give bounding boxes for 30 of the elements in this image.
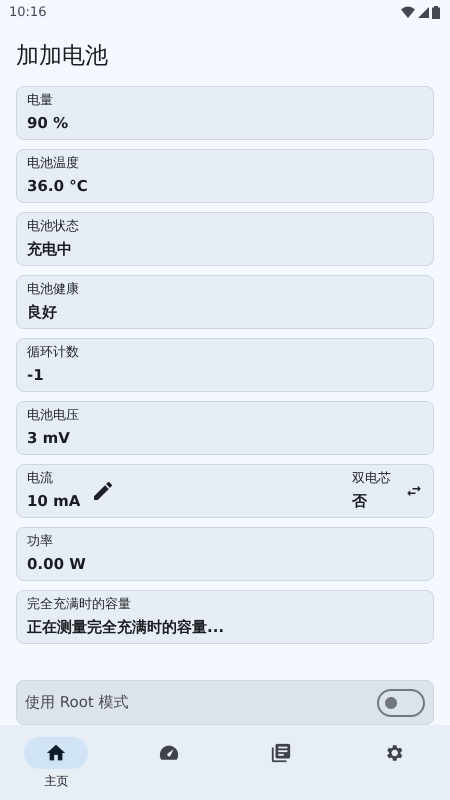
card-value: 充电中 bbox=[27, 239, 73, 260]
library-icon bbox=[270, 742, 292, 764]
edit-icon[interactable] bbox=[94, 482, 112, 500]
card-value: 良好 bbox=[27, 302, 58, 324]
card-label: 电池电压 bbox=[27, 407, 79, 426]
card-label: 循环计数 bbox=[27, 344, 79, 362]
status-time: 10:16 bbox=[9, 4, 46, 20]
card-value: 正在测量完全充满时的容量... bbox=[27, 617, 224, 638]
card-label: 电流 bbox=[27, 470, 54, 488]
card-value: 否 bbox=[352, 491, 368, 512]
card-label: 电量 bbox=[27, 92, 54, 110]
signal-icon bbox=[418, 6, 429, 18]
app-title: 加加电池 bbox=[15, 42, 109, 72]
card-value: 3 mV bbox=[27, 428, 71, 450]
card-value: -1 bbox=[27, 365, 45, 386]
card-label: 功率 bbox=[27, 533, 54, 552]
wifi-icon bbox=[401, 6, 415, 18]
card-value: 90 % bbox=[27, 113, 68, 134]
card-label: 电池健康 bbox=[27, 281, 79, 300]
toggle-switch[interactable] bbox=[377, 688, 425, 717]
nav-item[interactable]: 主页 bbox=[0, 737, 112, 800]
card-label: 双电芯 bbox=[352, 470, 391, 488]
card-label: 完全充满时的容量 bbox=[27, 596, 132, 614]
card-label: 电池温度 bbox=[27, 155, 80, 174]
card-value: 10 mA bbox=[27, 491, 80, 512]
card-label: 电池状态 bbox=[27, 218, 79, 236]
root-mode-label: 使用 Root 模式 bbox=[25, 693, 129, 712]
card-value: 36.0 °C bbox=[27, 176, 88, 198]
battery-icon bbox=[432, 6, 440, 19]
card-value: 0.00 W bbox=[27, 554, 86, 576]
